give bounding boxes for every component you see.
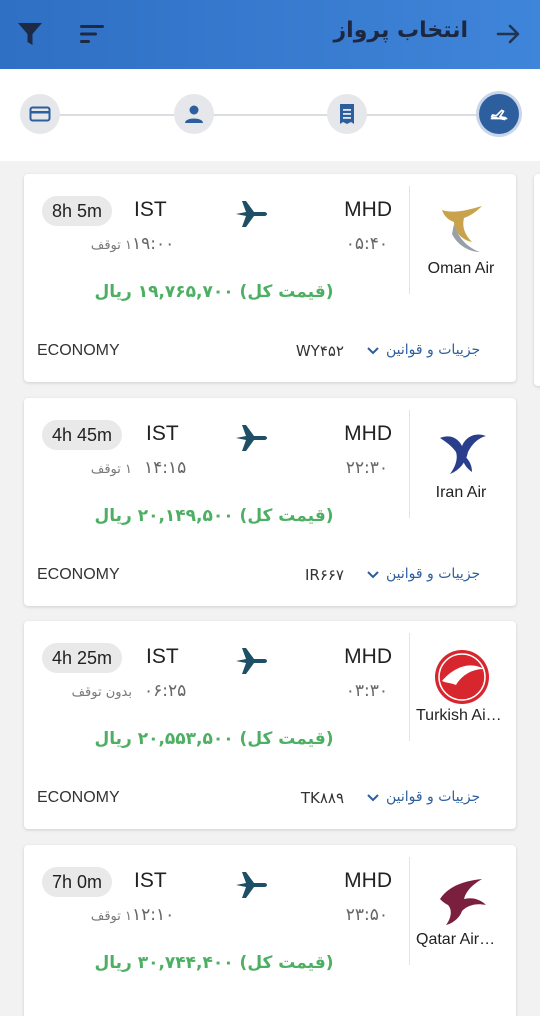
departure-time: ۲۲:۳۰ <box>345 458 388 478</box>
stepper-line <box>40 114 500 116</box>
duration-badge: 8h 5m <box>42 196 113 226</box>
origin-code: MHD <box>344 422 392 445</box>
flight-card[interactable]: Turkish Airlines MHD IST ۰۳:۳۰ ۰۶:۲۵ 4h … <box>24 621 516 829</box>
arrival-time: ۰۶:۲۵ <box>144 681 187 701</box>
flight-number: TK۸۸۹ <box>300 789 344 807</box>
airplane-icon <box>236 872 267 898</box>
cabin-class: ECONOMY <box>37 342 120 359</box>
destination-code: IST <box>134 869 167 892</box>
duration-badge: 7h 0m <box>42 867 113 897</box>
payment-card-icon <box>29 106 51 122</box>
airplane-icon <box>236 648 267 674</box>
step-passengers[interactable] <box>174 94 214 134</box>
duration-badge: 4h 25m <box>42 643 123 673</box>
filter-side-panel[interactable] <box>534 174 540 386</box>
card-divider <box>409 186 410 294</box>
step-passenger-info[interactable] <box>327 94 367 134</box>
sort-icon[interactable] <box>78 22 106 46</box>
cabin-class: ECONOMY <box>37 789 120 806</box>
iran-air-logo-icon <box>440 434 486 474</box>
total-price: (قیمت کل) ۲۰,۱۴۹,۵۰۰ ریال <box>94 506 334 526</box>
booking-stepper <box>0 69 540 161</box>
app-header: انتخاب پرواز <box>0 0 540 69</box>
flight-number: WY۴۵۲ <box>295 342 344 360</box>
stops-label: ۱ توقف <box>90 238 132 253</box>
stops-label: ۱ توقف <box>90 909 132 924</box>
origin-code: MHD <box>344 198 392 221</box>
destination-code: IST <box>146 422 179 445</box>
step-flight[interactable] <box>479 94 519 134</box>
arrow-right-icon[interactable] <box>496 20 522 48</box>
arrival-time: ۱۹:۰۰ <box>132 234 175 254</box>
total-price: (قیمت کل) ۲۰,۵۵۳,۵۰۰ ریال <box>94 729 334 749</box>
airline-name: Qatar Airways <box>416 931 506 948</box>
cabin-class: ECONOMY <box>37 566 120 583</box>
details-rules-link[interactable]: جزییات و قوانین <box>386 342 480 358</box>
chevron-down-icon[interactable] <box>366 570 380 580</box>
stops-label: بدون توقف <box>71 685 132 700</box>
airline-name: Turkish Airlines <box>416 707 506 724</box>
turkish-airlines-logo-icon <box>435 650 489 704</box>
receipt-icon <box>340 104 354 124</box>
chevron-down-icon[interactable] <box>366 346 380 356</box>
departure-time: ۰۳:۳۰ <box>345 681 388 701</box>
flight-number: IR۶۶۷ <box>304 566 344 584</box>
chevron-down-icon[interactable] <box>366 793 380 803</box>
step-payment[interactable] <box>20 94 60 134</box>
flight-card[interactable]: Iran Air MHD IST ۲۲:۳۰ ۱۴:۱۵ 4h 45m ۱ تو… <box>24 398 516 606</box>
airplane-icon <box>236 201 267 227</box>
details-rules-link[interactable]: جزییات و قوانین <box>386 566 480 582</box>
duration-badge: 4h 45m <box>42 420 123 450</box>
card-divider <box>409 857 410 965</box>
flight-card[interactable]: Oman Air MHD IST ۰۵:۴۰ ۱۹:۰۰ 8h 5m ۱ توق… <box>24 174 516 382</box>
flight-icon <box>490 109 508 121</box>
total-price: (قیمت کل) ۱۹,۷۶۵,۷۰۰ ریال <box>94 282 334 302</box>
departure-time: ۲۳:۵۰ <box>345 905 388 925</box>
page-title: انتخاب پرواز <box>333 18 469 43</box>
arrival-time: ۱۴:۱۵ <box>144 458 187 478</box>
airline-name: Iran Air <box>435 484 487 501</box>
card-divider <box>409 410 410 518</box>
destination-code: IST <box>146 645 179 668</box>
stops-label: ۱ توقف <box>90 462 132 477</box>
oman-air-logo-icon <box>442 206 482 252</box>
person-icon <box>185 105 203 123</box>
card-divider <box>409 633 410 741</box>
filter-icon[interactable] <box>16 20 44 48</box>
arrival-time: ۱۲:۱۰ <box>132 905 175 925</box>
airplane-icon <box>236 425 267 451</box>
details-rules-link[interactable]: جزییات و قوانین <box>386 789 480 805</box>
origin-code: MHD <box>344 869 392 892</box>
destination-code: IST <box>134 198 167 221</box>
qatar-airways-logo-icon <box>440 879 486 925</box>
total-price: (قیمت کل) ۳۰,۷۴۴,۴۰۰ ریال <box>94 953 334 973</box>
origin-code: MHD <box>344 645 392 668</box>
airline-name: Oman Air <box>427 260 495 277</box>
flight-card[interactable]: Qatar Airways MHD IST ۲۳:۵۰ ۱۲:۱۰ 7h 0m … <box>24 845 516 1016</box>
departure-time: ۰۵:۴۰ <box>345 234 388 254</box>
